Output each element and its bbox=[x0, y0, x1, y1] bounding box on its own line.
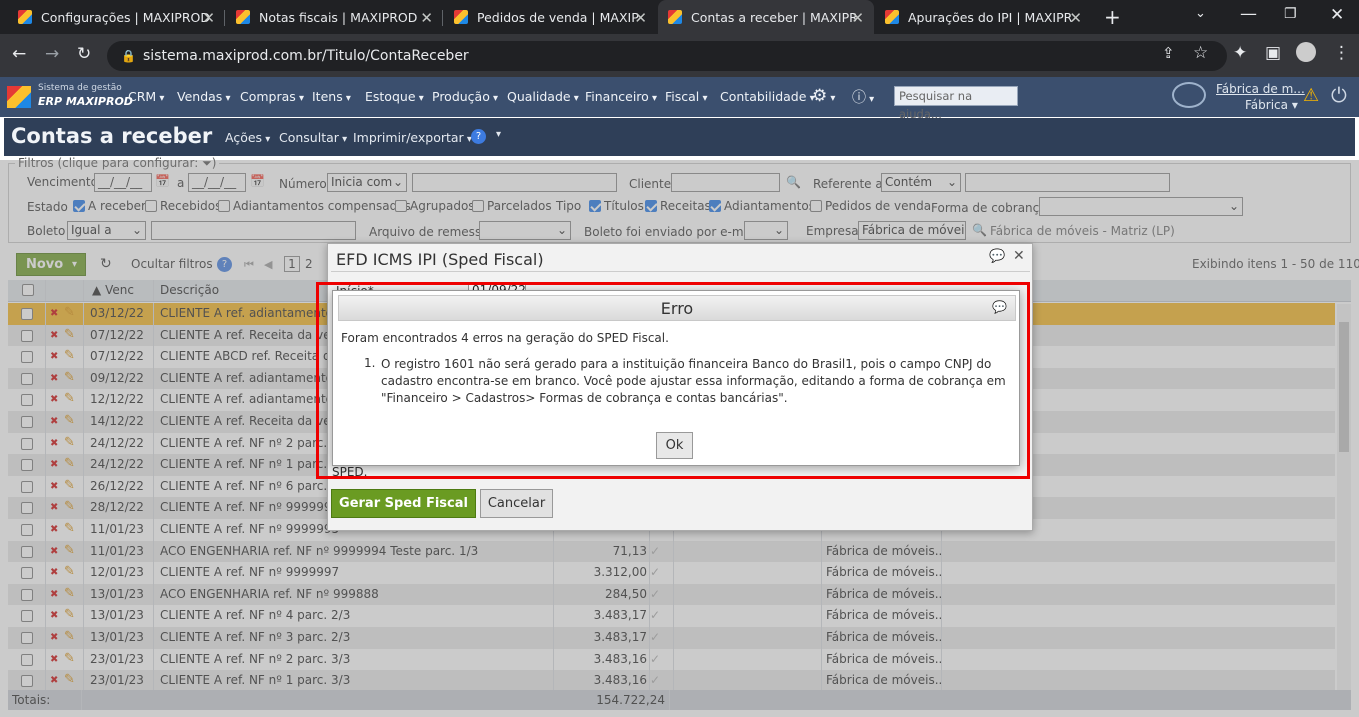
close-tab-icon[interactable]: ✕ bbox=[202, 9, 215, 27]
restore-icon[interactable]: ❐ bbox=[1284, 6, 1297, 22]
menu-vendas[interactable]: Vendas bbox=[177, 89, 231, 104]
tab-title: Apurações do IPI | MAXIPRO bbox=[908, 9, 1073, 25]
comment-icon[interactable]: 💬 bbox=[989, 249, 1005, 264]
minimize-icon[interactable]: — bbox=[1240, 4, 1257, 24]
browser-tab[interactable]: Apurações do IPI | MAXIPRO ✕ bbox=[875, 0, 1092, 34]
forward-icon[interactable]: → bbox=[45, 44, 59, 64]
error-intro-text: Foram encontrados 4 erros na geração do … bbox=[341, 331, 669, 345]
menu-acoes[interactable]: Ações bbox=[225, 130, 270, 145]
back-icon[interactable]: ← bbox=[12, 44, 26, 64]
menu-producao[interactable]: Produção bbox=[432, 89, 498, 104]
error-dialog: Erro 💬 Foram encontrados 4 erros na gera… bbox=[332, 290, 1020, 466]
logo-name: ERP MAXIPROD bbox=[38, 95, 133, 108]
app-header: Sistema de gestão ERP MAXIPROD CRM Venda… bbox=[0, 77, 1359, 121]
help-circle-icon[interactable]: ? bbox=[471, 129, 486, 144]
page-header: Contas a receber Ações Consultar Imprimi… bbox=[4, 118, 1355, 156]
bookmark-star-icon[interactable]: ☆ bbox=[1193, 43, 1208, 63]
browser-tab[interactable]: Notas fiscais | MAXIPROD ✕ bbox=[226, 0, 443, 34]
menu-crm[interactable]: CRM bbox=[128, 89, 164, 104]
logout-power-icon[interactable]: ⏻ bbox=[1331, 83, 1347, 107]
maxiprod-favicon bbox=[885, 10, 899, 24]
browser-tab-active[interactable]: Contas a receber | MAXIPRO ✕ bbox=[658, 0, 874, 34]
error-item: O registro 1601 não será gerado para a i… bbox=[381, 357, 1006, 405]
gerar-sped-button[interactable]: Gerar Sped Fiscal bbox=[331, 489, 476, 518]
dropdown-arrow-icon[interactable]: ▾ bbox=[496, 129, 501, 140]
menu-compras[interactable]: Compras bbox=[240, 89, 304, 104]
lock-icon: 🔒 bbox=[121, 49, 136, 63]
menu-fiscal[interactable]: Fiscal bbox=[665, 89, 707, 104]
logo-caption: Sistema de gestão bbox=[38, 83, 122, 93]
company-switch[interactable]: Fábrica ▾ bbox=[1245, 98, 1298, 112]
efd-text-tail: SPED. bbox=[332, 465, 368, 479]
help-search-input[interactable]: Pesquisar na ajuda... bbox=[894, 86, 1018, 121]
tab-search-icon[interactable]: ⌄ bbox=[1195, 6, 1206, 21]
error-title: Erro bbox=[660, 299, 694, 318]
help-icon[interactable]: ⓘ bbox=[852, 87, 874, 107]
cancelar-button[interactable]: Cancelar bbox=[480, 489, 553, 518]
chat-bubble-icon[interactable] bbox=[1172, 82, 1206, 108]
company-sub-label: Fábrica bbox=[1245, 98, 1288, 112]
share-icon[interactable]: ⇪ bbox=[1162, 44, 1175, 62]
close-tab-icon[interactable]: ✕ bbox=[634, 9, 647, 27]
tab-title: Notas fiscais | MAXIPROD bbox=[259, 9, 418, 25]
menu-financeiro[interactable]: Financeiro bbox=[585, 89, 657, 104]
maxiprod-logo-icon[interactable] bbox=[7, 86, 31, 108]
menu-contabilidade[interactable]: Contabilidade bbox=[720, 89, 815, 104]
error-dialog-header: Erro bbox=[338, 295, 1016, 321]
maxiprod-favicon bbox=[668, 10, 682, 24]
warning-icon[interactable]: ⚠ bbox=[1303, 85, 1319, 106]
settings-gear-icon[interactable]: ⚙ bbox=[812, 86, 835, 106]
maxiprod-favicon bbox=[18, 10, 32, 24]
reload-icon[interactable]: ↻ bbox=[77, 44, 91, 64]
menu-itens[interactable]: Itens bbox=[312, 89, 351, 104]
profile-avatar[interactable] bbox=[1296, 42, 1316, 62]
close-tab-icon[interactable]: ✕ bbox=[1069, 9, 1082, 27]
browser-toolbar: ← → ↻ 🔒 sistema.maxiprod.com.br/Titulo/Co… bbox=[0, 34, 1359, 77]
window-close-icon[interactable]: ✕ bbox=[1330, 5, 1344, 25]
ok-button[interactable]: Ok bbox=[656, 432, 693, 459]
tab-title: Configurações | MAXIPROD bbox=[41, 9, 210, 25]
maxiprod-favicon bbox=[236, 10, 250, 24]
address-bar[interactable]: 🔒 sistema.maxiprod.com.br/Titulo/ContaRec… bbox=[107, 41, 1227, 71]
close-tab-icon[interactable]: ✕ bbox=[420, 9, 433, 27]
menu-imprimir-exportar[interactable]: Imprimir/exportar bbox=[353, 130, 472, 145]
browser-tab[interactable]: Configurações | MAXIPROD ✕ bbox=[8, 0, 225, 34]
browser-tab[interactable]: Pedidos de venda | MAXIPRO✕ bbox=[444, 0, 657, 34]
browser-menu-icon[interactable]: ⋮ bbox=[1333, 43, 1350, 63]
close-tab-icon[interactable]: ✕ bbox=[851, 9, 864, 27]
menu-qualidade[interactable]: Qualidade bbox=[507, 89, 579, 104]
page-title: Contas a receber bbox=[11, 124, 213, 148]
close-icon[interactable]: ✕ bbox=[1013, 248, 1025, 264]
maxiprod-favicon bbox=[454, 10, 468, 24]
efd-dialog-title: EFD ICMS IPI (Sped Fiscal) bbox=[336, 250, 544, 269]
tab-title: Pedidos de venda | MAXIPRO bbox=[477, 9, 639, 25]
menu-consultar[interactable]: Consultar bbox=[279, 130, 347, 145]
new-tab-icon[interactable]: + bbox=[1104, 5, 1121, 29]
extensions-icon[interactable]: ✦ bbox=[1233, 43, 1247, 63]
url-text: sistema.maxiprod.com.br/Titulo/ContaRece… bbox=[143, 48, 469, 64]
list-number: 1. bbox=[364, 356, 376, 370]
sidepanel-icon[interactable]: ▣ bbox=[1265, 43, 1281, 63]
menu-estoque[interactable]: Estoque bbox=[365, 89, 424, 104]
comment-icon[interactable]: 💬 bbox=[992, 300, 1007, 314]
tab-title: Contas a receber | MAXIPRO bbox=[691, 9, 856, 25]
company-link[interactable]: Fábrica de m... bbox=[1216, 82, 1305, 96]
browser-tab-strip: Configurações | MAXIPROD ✕ Notas fiscais … bbox=[0, 0, 1359, 34]
